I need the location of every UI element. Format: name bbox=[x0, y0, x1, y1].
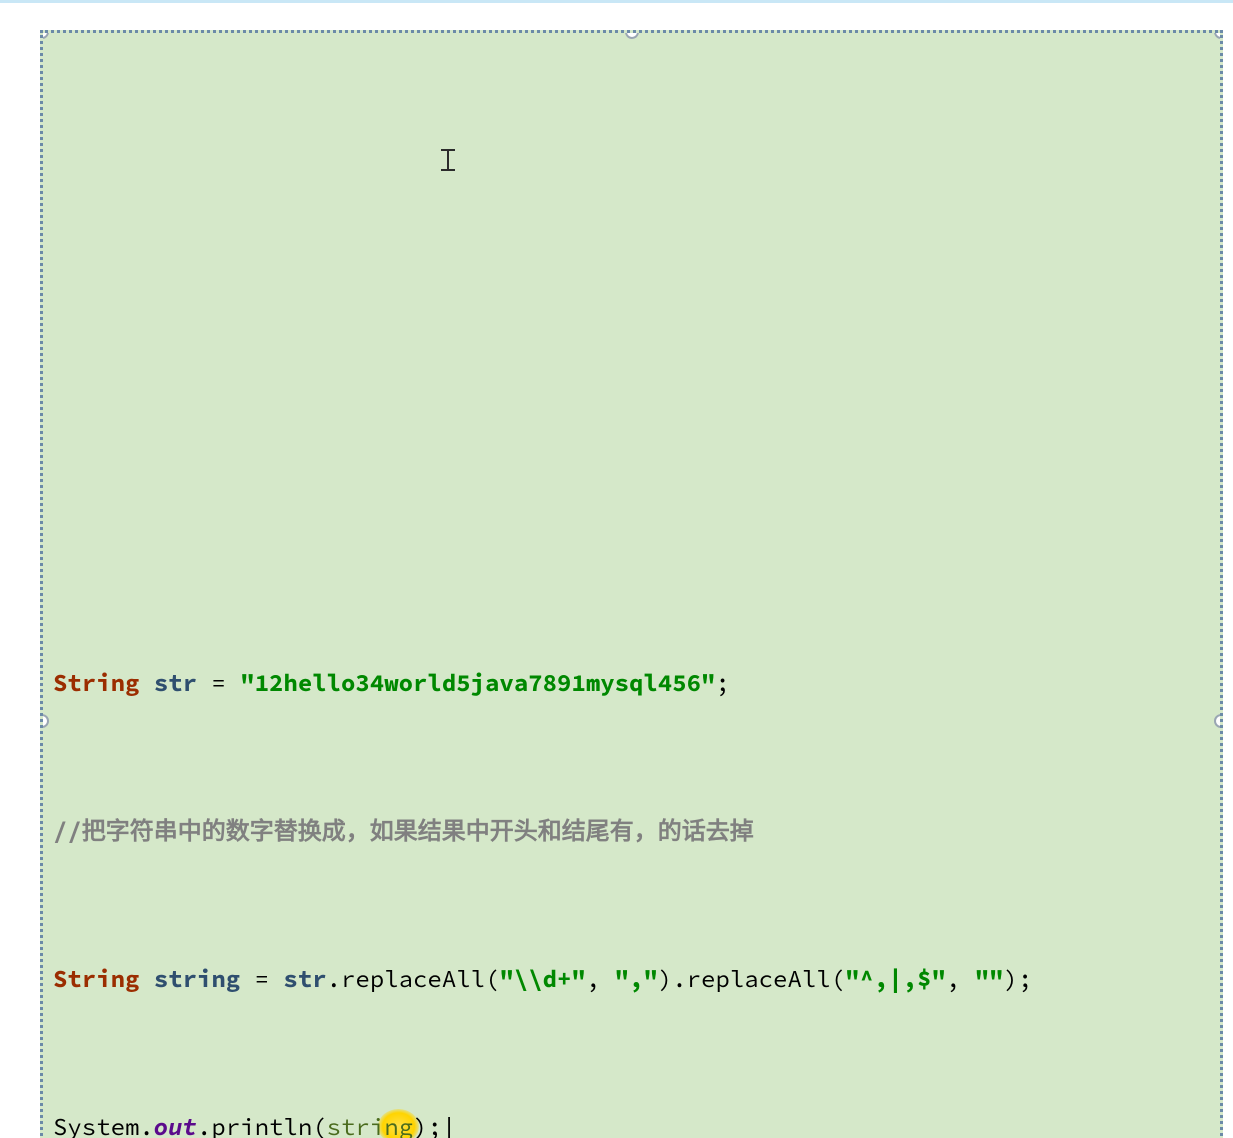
parameter: stri bbox=[327, 1111, 385, 1138]
resize-handle-top-right[interactable] bbox=[1214, 30, 1223, 39]
semicolon: ; bbox=[715, 667, 729, 698]
comment: //把字符串中的数字替换成，如果结果中开头和结尾有，的话去掉 bbox=[53, 815, 754, 846]
resize-handle-middle-left[interactable] bbox=[40, 714, 49, 728]
comma: , bbox=[586, 963, 615, 994]
string-literal: "^,|,$" bbox=[845, 963, 946, 994]
keyword: String bbox=[53, 963, 154, 994]
string-literal: "," bbox=[615, 963, 658, 994]
resize-handle-top-left[interactable] bbox=[40, 30, 49, 39]
operator: = bbox=[240, 963, 283, 994]
semicolon: ); bbox=[413, 1111, 442, 1138]
method-call: .replaceAll( bbox=[327, 963, 500, 994]
string-literal: "" bbox=[975, 963, 1004, 994]
variable: string bbox=[154, 963, 240, 994]
resize-handle-middle-right[interactable] bbox=[1214, 714, 1223, 728]
text-cursor-icon bbox=[441, 149, 455, 171]
comma: , bbox=[946, 963, 975, 994]
string-literal: "\\d+" bbox=[499, 963, 585, 994]
static-field: out bbox=[154, 1111, 197, 1138]
code-line: //把字符串中的数字替换成，如果结果中开头和结尾有，的话去掉 bbox=[53, 813, 1210, 850]
code-line: String string = str.replaceAll("\\d+", "… bbox=[53, 961, 1210, 998]
text-caret: | bbox=[442, 1111, 456, 1138]
method-call: ).replaceAll( bbox=[658, 963, 845, 994]
resize-handle-top-middle[interactable] bbox=[625, 30, 639, 39]
slide-canvas: String str = "12hello34world5java7891mys… bbox=[0, 0, 1233, 1138]
method-call: .println( bbox=[197, 1111, 327, 1138]
variable: str bbox=[154, 667, 197, 698]
code-line: System.out.println(string);| bbox=[53, 1109, 1210, 1138]
string-literal: "12hello34world5java7891mysql456" bbox=[240, 667, 715, 698]
class-ref: System. bbox=[53, 1111, 154, 1138]
highlighted-text: ng bbox=[384, 1111, 413, 1138]
keyword: String bbox=[53, 667, 154, 698]
operator: = bbox=[197, 667, 240, 698]
code-block-1[interactable]: String str = "12hello34world5java7891mys… bbox=[40, 30, 1223, 1138]
semicolon: ); bbox=[1004, 963, 1033, 994]
code-line: String str = "12hello34world5java7891mys… bbox=[53, 665, 1210, 702]
variable: str bbox=[283, 963, 326, 994]
